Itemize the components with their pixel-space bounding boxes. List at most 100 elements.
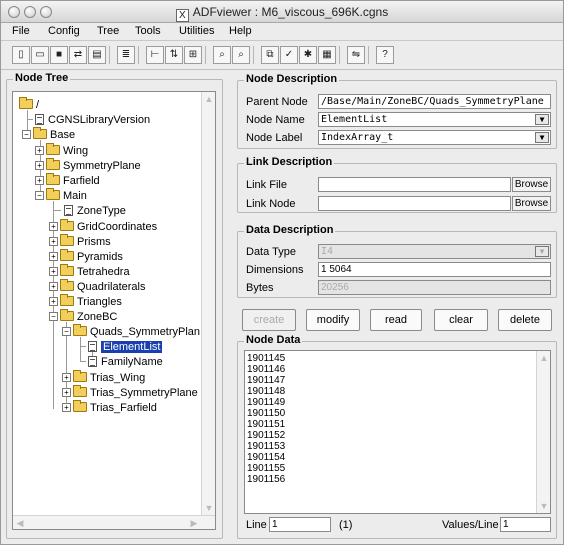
expand-icon[interactable]: + <box>49 297 58 306</box>
expand-icon[interactable]: + <box>49 282 58 291</box>
menu-utilities[interactable]: Utilities <box>179 25 214 37</box>
expand-icon[interactable]: + <box>49 222 58 231</box>
node-data-text-area[interactable]: 1901145 1901146 1901147 1901148 1901149 … <box>244 350 551 514</box>
node-name-field[interactable]: ElementList ▼ <box>318 112 551 127</box>
chevron-down-icon[interactable]: ▼ <box>535 132 549 143</box>
chevron-down-icon[interactable]: ▼ <box>535 246 549 257</box>
menu-tools[interactable]: Tools <box>135 25 161 37</box>
read-button[interactable]: read <box>370 309 422 331</box>
delete-button[interactable]: delete <box>498 309 552 331</box>
folder-icon <box>46 143 60 155</box>
tree-node-zonebc[interactable]: − ZoneBC <box>49 309 117 325</box>
tree-node-quads-symmetryplane[interactable]: − Quads_SymmetryPlan <box>62 324 200 340</box>
tree-node-label: Quadrilaterals <box>77 281 146 293</box>
node-label-field[interactable]: IndexArray_t ▼ <box>318 130 551 145</box>
collapse-icon[interactable]: − <box>22 130 31 139</box>
chevron-down-icon[interactable]: ▼ <box>535 114 549 125</box>
plot-icon[interactable]: ✱ <box>299 46 317 64</box>
expand-icon[interactable]: + <box>62 388 71 397</box>
node-list-icon[interactable]: ≣ <box>117 46 135 64</box>
expand-icon[interactable]: + <box>62 403 71 412</box>
tree-node-trias-farfield[interactable]: + Trias_Farfield <box>62 400 157 416</box>
scroll-left-icon[interactable]: ◀ <box>13 516 27 529</box>
expand-icon[interactable]: + <box>49 267 58 276</box>
tree-node-wing[interactable]: + Wing <box>35 143 88 159</box>
tree-node-prisms[interactable]: + Prisms <box>49 234 111 250</box>
tree-expand-icon[interactable]: ⊞ <box>184 46 202 64</box>
tree-vertical-scrollbar[interactable]: ▲ ▼ <box>201 92 215 529</box>
expand-icon[interactable]: + <box>62 373 71 382</box>
collapse-icon[interactable]: − <box>35 191 44 200</box>
table-icon[interactable]: ▦ <box>318 46 336 64</box>
menu-bar: File Config Tree Tools Utilities Help <box>1 23 563 41</box>
folder-icon <box>46 173 60 185</box>
tree-horizontal-scrollbar[interactable]: ◀ ▶ <box>13 515 215 529</box>
node-data-vertical-scrollbar[interactable]: ▲ ▼ <box>536 351 550 513</box>
find-next-icon[interactable]: ⌕ <box>232 46 250 64</box>
tree-node-symmetryplane[interactable]: + SymmetryPlane <box>35 158 141 174</box>
scroll-up-icon[interactable]: ▲ <box>537 351 550 365</box>
tree-node-root[interactable]: / <box>19 97 40 113</box>
open-folder-icon[interactable]: ▭ <box>31 46 49 64</box>
tree-node-trias-wing[interactable]: + Trias_Wing <box>62 370 145 386</box>
help-icon[interactable]: ? <box>376 46 394 64</box>
expand-icon[interactable]: + <box>49 237 58 246</box>
data-type-field[interactable]: I4 ▼ <box>318 244 551 259</box>
menu-file[interactable]: File <box>12 25 30 37</box>
window-title: ADFviewer : M6_viscous_696K.cgns <box>192 5 389 19</box>
collapse-icon[interactable]: − <box>62 327 71 336</box>
create-button[interactable]: create <box>242 309 296 331</box>
tree-node-familyname[interactable]: FamilyName <box>80 355 163 370</box>
link-file-field[interactable] <box>318 177 511 192</box>
parent-node-label: Parent Node <box>246 96 308 108</box>
scroll-right-icon[interactable]: ▶ <box>187 516 201 529</box>
tree-node-quadrilaterals[interactable]: + Quadrilaterals <box>49 279 146 295</box>
tree-node-gridcoordinates[interactable]: + GridCoordinates <box>49 219 157 235</box>
line-field[interactable]: 1 <box>269 517 331 532</box>
paste-icon[interactable]: ✓ <box>280 46 298 64</box>
expand-icon[interactable]: + <box>35 176 44 185</box>
link-node-browse-button[interactable]: Browse <box>512 196 551 211</box>
tree-node-zonetype[interactable]: ZoneType <box>53 204 126 219</box>
dimensions-field[interactable]: 1 5064 <box>318 262 551 277</box>
copy-icon[interactable]: ⧉ <box>261 46 279 64</box>
tree-node-farfield[interactable]: + Farfield <box>35 173 100 189</box>
expand-icon[interactable]: + <box>35 146 44 155</box>
expand-icon[interactable]: + <box>35 161 44 170</box>
scroll-down-icon[interactable]: ▼ <box>202 501 215 515</box>
node-tree[interactable]: / CGNSLibraryVersion − Base + Wing + Symmet… <box>12 91 216 530</box>
folder-icon <box>60 234 74 246</box>
properties-icon[interactable]: ▤ <box>88 46 106 64</box>
values-per-line-field[interactable]: 1 <box>500 517 551 532</box>
parent-node-field[interactable]: /Base/Main/ZoneBC/Quads_SymmetryPlane <box>318 94 551 109</box>
modify-button[interactable]: modify <box>306 309 360 331</box>
tree-node-elementlist[interactable]: ElementList <box>80 340 163 355</box>
link-icon[interactable]: ⇋ <box>347 46 365 64</box>
clear-button[interactable]: clear <box>434 309 488 331</box>
expand-icon[interactable]: + <box>49 252 58 261</box>
save-as-icon[interactable]: ⇄ <box>69 46 87 64</box>
tree-node-trias-symmetryplane[interactable]: + Trias_SymmetryPlane <box>62 385 198 401</box>
link-node-field[interactable] <box>318 196 511 211</box>
tree-node-label: / <box>36 99 40 111</box>
menu-help[interactable]: Help <box>229 25 252 37</box>
link-file-browse-button[interactable]: Browse <box>512 177 551 192</box>
tree-node-pyramids[interactable]: + Pyramids <box>49 249 123 265</box>
new-file-icon[interactable]: ▯ <box>12 46 30 64</box>
data-type-label: Data Type <box>246 246 296 258</box>
collapse-icon[interactable]: − <box>49 312 58 321</box>
tree-node-base[interactable]: − Base <box>22 127 75 143</box>
save-icon[interactable]: ■ <box>50 46 68 64</box>
tree-node-tetrahedra[interactable]: + Tetrahedra <box>49 264 130 280</box>
tree-node-triangles[interactable]: + Triangles <box>49 294 122 310</box>
menu-tree[interactable]: Tree <box>97 25 119 37</box>
scroll-up-icon[interactable]: ▲ <box>202 92 215 106</box>
tree-node-cgnslibraryversion[interactable]: CGNSLibraryVersion <box>27 113 150 128</box>
folder-icon <box>73 385 87 397</box>
tree-node-main[interactable]: − Main <box>35 188 87 204</box>
scroll-down-icon[interactable]: ▼ <box>537 499 550 513</box>
tree-view-icon[interactable]: ⊢ <box>146 46 164 64</box>
find-icon[interactable]: ⌕ <box>213 46 231 64</box>
menu-config[interactable]: Config <box>48 25 80 37</box>
sort-icon[interactable]: ⇅ <box>165 46 183 64</box>
